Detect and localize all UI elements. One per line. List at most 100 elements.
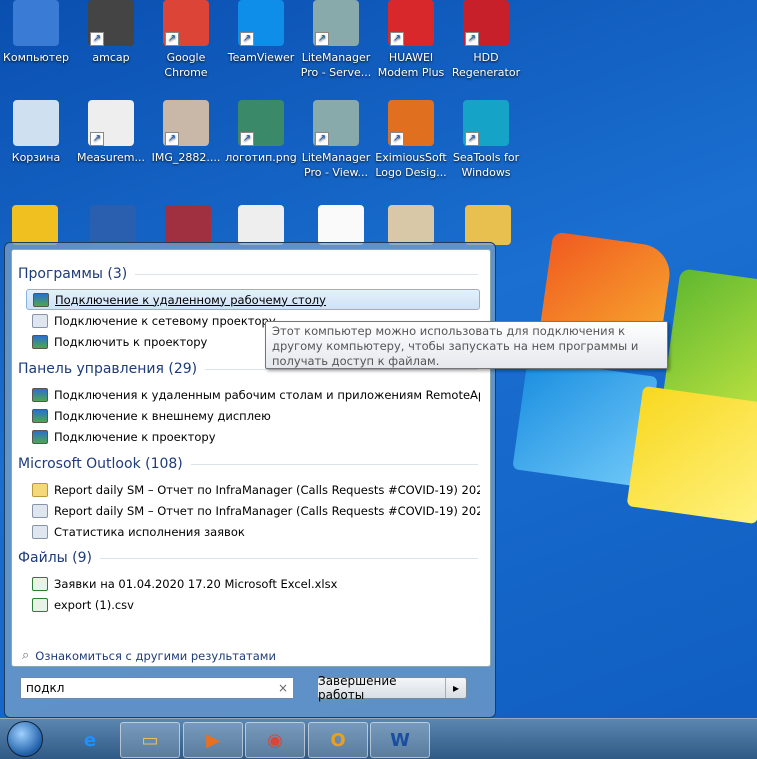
shutdown-button[interactable]: Завершение работы: [318, 674, 446, 702]
chrome-icon: ↗: [163, 0, 209, 46]
shortcut-arrow-icon: ↗: [240, 32, 254, 46]
shortcut-arrow-icon: ↗: [90, 132, 104, 146]
search-text: подкл: [26, 681, 65, 695]
desktop-icon[interactable]: ↗ логотип.png: [223, 98, 299, 165]
desktop-icon[interactable]: [388, 205, 434, 245]
result-item[interactable]: Заявки на 01.04.2020 17.20 Microsoft Exc…: [26, 573, 480, 594]
result-label: Подключение к внешнему дисплею: [54, 408, 271, 423]
desktop-icon[interactable]: [12, 205, 58, 245]
desktop-icon-label: логотип.png: [225, 151, 297, 164]
desktop-icon-label: HUAWEI Modem Plus: [377, 51, 445, 79]
desktop-icon[interactable]: ↗ HUAWEI Modem Plus: [373, 0, 449, 80]
divider: [135, 273, 478, 275]
result-item[interactable]: Подключение к проектору: [26, 426, 480, 447]
tooltip: Этот компьютер можно использовать для по…: [265, 321, 668, 369]
microscope-icon: ↗: [88, 100, 134, 146]
chrome-icon: ◉: [267, 729, 283, 751]
desktop-icon[interactable]: [465, 205, 511, 245]
taskbar-media-player-button[interactable]: ▶: [183, 722, 243, 758]
media-player-icon: ▶: [206, 729, 220, 751]
desktop-icon-label: amcap: [92, 51, 130, 64]
result-item[interactable]: Подключение к внешнему дисплею: [26, 405, 480, 426]
taskbar: e ▭ ▶ ◉ O W: [0, 718, 757, 759]
search-input[interactable]: подкл ×: [20, 677, 294, 699]
outlook-icon: O: [330, 729, 346, 751]
desktop-icon-label: LiteManager Pro - Serve...: [300, 51, 372, 79]
shortcut-arrow-icon: ↗: [465, 132, 479, 146]
result-label: Статистика исполнения заявок: [54, 524, 245, 539]
desktop-icon-label: Компьютер: [3, 51, 69, 64]
result-label: Подключение к сетевому проектору: [54, 313, 276, 328]
image-icon: ↗: [238, 100, 284, 146]
see-more-label: Ознакомиться с другими результатами: [35, 648, 276, 663]
desktop-icon-label: SeaTools for Windows: [452, 151, 520, 179]
teamviewer-icon: ↗: [238, 0, 284, 46]
desktop-icon[interactable]: ↗ SeaTools for Windows: [448, 98, 524, 180]
start-menu: Программы (3) Подключение к удаленному ра…: [4, 242, 496, 718]
clear-search-icon[interactable]: ×: [278, 681, 288, 695]
desktop-icon-label: HDD Regenerator: [451, 51, 521, 79]
shutdown-options-arrow-icon[interactable]: ▸: [446, 678, 466, 698]
desktop-icon[interactable]: ↗ TeamViewer: [223, 0, 299, 65]
taskbar-chrome-button[interactable]: ◉: [245, 722, 305, 758]
shortcut-arrow-icon: ↗: [165, 32, 179, 46]
group-title: Файлы (9): [18, 550, 93, 566]
taskbar-word-button[interactable]: W: [370, 722, 430, 758]
network-projector-icon: [32, 313, 48, 328]
group-title: Microsoft Outlook (108): [18, 456, 183, 472]
result-group-header: Программы (3): [18, 266, 478, 282]
remote-desktop-icon: [32, 387, 48, 402]
result-item[interactable]: Подключение к удаленному рабочему столу: [26, 289, 480, 310]
desktop-icon[interactable]: [318, 205, 364, 245]
shortcut-arrow-icon: ↗: [240, 132, 254, 146]
desktop-icon-label: IMG_2882....: [151, 151, 221, 164]
result-label: Подключение к удаленному рабочему столу: [55, 292, 326, 307]
taskbar-explorer-button[interactable]: ▭: [120, 722, 180, 758]
group-title: Программы (3): [18, 266, 128, 282]
desktop-icon[interactable]: Корзина: [0, 98, 74, 165]
result-item[interactable]: export (1).csv: [26, 594, 480, 615]
desktop-icon[interactable]: ↗ LiteManager Pro - Serve...: [298, 0, 374, 80]
desktop-icon[interactable]: ↗ EximiousSoft Logo Desig...: [373, 98, 449, 180]
camera-icon: ↗: [88, 0, 134, 46]
word-icon: W: [390, 729, 410, 751]
desktop-icon[interactable]: Компьютер: [0, 0, 74, 65]
result-label: Подключения к удаленным рабочим столам и…: [54, 387, 480, 402]
explorer-icon: ▭: [141, 729, 159, 751]
desktop-icon[interactable]: ↗ amcap: [73, 0, 149, 65]
desktop-icon[interactable]: ↗ IMG_2882....: [148, 98, 224, 165]
desktop-icon[interactable]: [90, 205, 136, 245]
search-results-panel: Программы (3) Подключение к удаленному ра…: [11, 249, 491, 667]
divider: [100, 557, 478, 559]
taskbar-internet-explorer-button[interactable]: e: [60, 722, 120, 758]
result-item[interactable]: Подключения к удаленным рабочим столам и…: [26, 384, 480, 405]
start-button[interactable]: [7, 721, 43, 757]
huawei-icon: ↗: [388, 0, 434, 46]
see-more-results-link[interactable]: ⌕ Ознакомиться с другими результатами: [22, 648, 276, 663]
desktop-icon-label: Measurem...: [77, 151, 145, 164]
desktop-icon-label: Google Chrome: [164, 51, 208, 79]
desktop-icon[interactable]: [238, 205, 284, 245]
excel-file-icon: [32, 597, 48, 612]
desktop-icon[interactable]: ↗ HDD Regenerator: [448, 0, 524, 80]
magnifier-icon: ⌕: [22, 648, 30, 663]
desktop-icon-label: Корзина: [11, 151, 61, 164]
monitor-icon: [32, 408, 48, 423]
recycle-bin-icon: [13, 100, 59, 146]
result-label: Report daily SM – Отчет по InfraManager …: [54, 482, 480, 497]
desktop-icon[interactable]: ↗ Measurem...: [73, 98, 149, 165]
result-item[interactable]: Report daily SM – Отчет по InfraManager …: [26, 500, 480, 521]
desktop-icon[interactable]: ↗ Google Chrome: [148, 0, 224, 80]
desktop-icon[interactable]: [165, 205, 211, 245]
monitor-icon: [32, 334, 48, 349]
taskbar-outlook-button[interactable]: O: [308, 722, 368, 758]
result-item[interactable]: Report daily SM – Отчет по InfraManager …: [26, 479, 480, 500]
shortcut-arrow-icon: ↗: [315, 132, 329, 146]
envelope-open-icon: [32, 503, 48, 518]
monitor-icon: [32, 429, 48, 444]
seatools-icon: ↗: [463, 100, 509, 146]
result-item[interactable]: Статистика исполнения заявок: [26, 521, 480, 542]
result-label: Report daily SM – Отчет по InfraManager …: [54, 503, 480, 518]
desktop-icon[interactable]: ↗ LiteManager Pro - View...: [298, 98, 374, 180]
shortcut-arrow-icon: ↗: [315, 32, 329, 46]
